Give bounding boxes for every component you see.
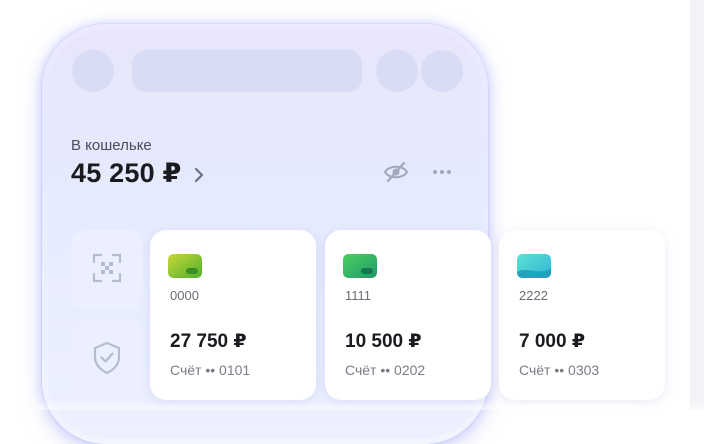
eye-slash-icon[interactable] (382, 160, 410, 184)
card-account: Счёт •• 0303 (519, 362, 600, 378)
card-number: 2222 (519, 288, 548, 303)
card-image (517, 254, 551, 278)
wallet-label: В кошельке (71, 137, 152, 154)
wallet-balance: 45 250 ₽ (71, 158, 182, 188)
qr-scan-icon (91, 252, 123, 289)
wallet-balance-link[interactable]: 45 250 ₽ (71, 158, 207, 189)
card-balance: 27 750 ₽ (170, 331, 247, 352)
security-button[interactable] (71, 320, 143, 400)
card-balance: 10 500 ₽ (345, 331, 422, 352)
card-image (168, 254, 202, 278)
card-number: 0000 (170, 288, 199, 303)
status-placeholder-right-1 (376, 50, 418, 92)
status-placeholder-left (72, 50, 114, 92)
more-dots-icon[interactable] (430, 160, 454, 184)
status-placeholder-right-2 (421, 50, 463, 92)
card-account: Счёт •• 0101 (170, 362, 251, 378)
status-placeholder-bar (132, 50, 362, 92)
qr-scan-button[interactable] (71, 230, 143, 310)
card-number: 1111 (345, 288, 372, 303)
shield-check-icon (91, 340, 123, 381)
card-tile[interactable]: 1111 10 500 ₽ Счёт •• 0202 (325, 230, 491, 400)
card-tile[interactable]: 2222 7 000 ₽ Счёт •• 0303 (499, 230, 665, 400)
chevron-right-icon (191, 166, 207, 184)
right-edge-strip (690, 0, 704, 410)
card-tile[interactable]: 0000 27 750 ₽ Счёт •• 0101 (150, 230, 316, 400)
card-account: Счёт •• 0202 (345, 362, 426, 378)
card-balance: 7 000 ₽ (519, 331, 586, 352)
card-image (343, 254, 377, 278)
